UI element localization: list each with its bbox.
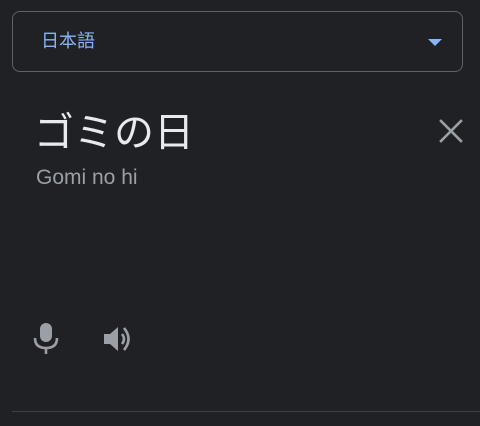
language-selector-label: 日本語	[41, 31, 95, 52]
romanization-text: Gomi no hi	[36, 166, 138, 189]
translation-source-panel: 日本語 ゴミの日 Gomi no hi	[0, 0, 480, 426]
voice-input-button[interactable]	[26, 318, 66, 358]
clear-text-button[interactable]	[434, 114, 468, 148]
divider	[12, 411, 480, 412]
listen-button[interactable]	[97, 318, 139, 360]
language-selector[interactable]: 日本語	[12, 11, 463, 72]
dropdown-arrow-icon	[428, 39, 442, 46]
source-text: ゴミの日	[34, 110, 194, 156]
close-icon	[439, 119, 463, 143]
speaker-icon	[104, 327, 130, 351]
microphone-icon	[33, 323, 59, 354]
